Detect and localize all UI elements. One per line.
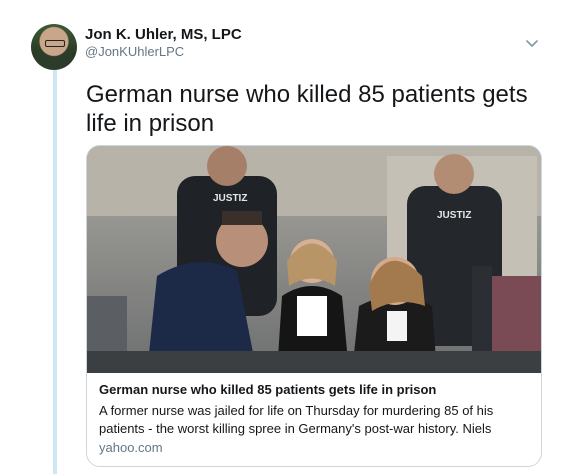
author-handle[interactable]: @JonKUhlerLPC (85, 44, 242, 60)
author-avatar[interactable] (31, 24, 77, 70)
right-vest-text: JUSTIZ (437, 210, 471, 221)
author-name[interactable]: Jon K. Uhler, MS, LPC (85, 26, 242, 44)
tweet-text: German nurse who killed 85 patients gets… (86, 81, 528, 137)
card-domain[interactable]: yahoo.com (99, 440, 163, 455)
card-image[interactable]: JUSTIZ JUSTIZ (87, 146, 541, 373)
courtroom-photo: JUSTIZ JUSTIZ (87, 146, 541, 373)
thread-line (53, 68, 57, 474)
card-title[interactable]: German nurse who killed 85 patients gets… (99, 382, 436, 397)
left-vest-text: JUSTIZ (213, 193, 247, 204)
card-body[interactable]: German nurse who killed 85 patients gets… (87, 374, 541, 466)
link-preview-card[interactable]: JUSTIZ JUSTIZ German nurse who killed 85… (86, 145, 542, 467)
author-info: Jon K. Uhler, MS, LPC @JonKUhlerLPC (85, 26, 242, 60)
card-description: A former nurse was jailed for life on Th… (99, 403, 494, 436)
avatar-glasses (45, 40, 65, 47)
chevron-down-icon[interactable] (525, 36, 539, 50)
